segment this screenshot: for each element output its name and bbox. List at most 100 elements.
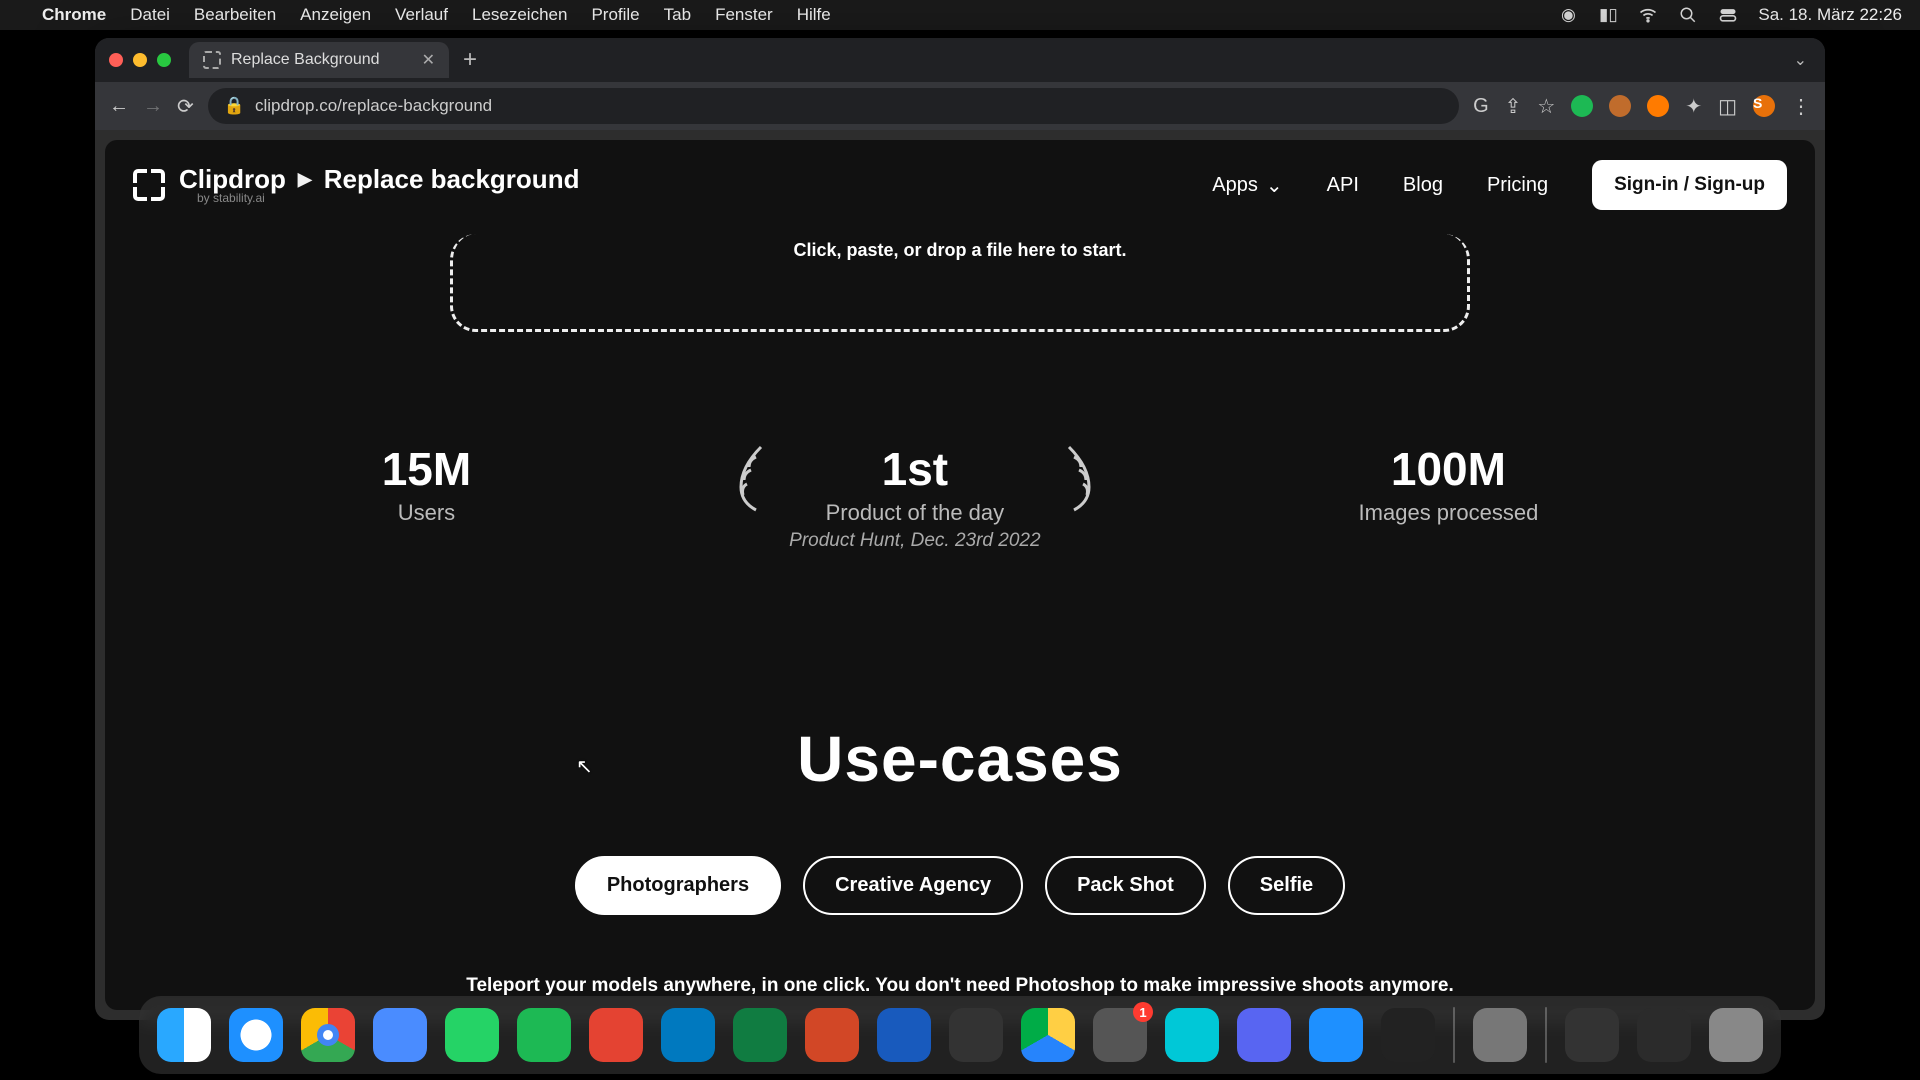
- extension-icon[interactable]: [1571, 95, 1593, 117]
- dropzone-label: Click, paste, or drop a file here to sta…: [793, 240, 1126, 261]
- stat-award: 1st Product of the day Product Hunt, Dec…: [731, 442, 1098, 552]
- menubar-item[interactable]: Lesezeichen: [472, 5, 567, 25]
- dock-safari-icon[interactable]: [229, 1008, 283, 1062]
- nav-blog[interactable]: Blog: [1403, 174, 1443, 197]
- url-text: clipdrop.co/replace-background: [255, 96, 492, 116]
- menubar-item[interactable]: Datei: [130, 5, 170, 25]
- profile-avatar[interactable]: S: [1753, 95, 1775, 117]
- nav-apps-label: Apps: [1212, 174, 1258, 197]
- address-bar[interactable]: 🔒 clipdrop.co/replace-background: [208, 88, 1459, 124]
- dock-quicktime-icon[interactable]: [1309, 1008, 1363, 1062]
- back-button[interactable]: ←: [109, 95, 129, 118]
- forward-button[interactable]: →: [143, 95, 163, 118]
- chrome-tab-strip: Replace Background ✕ + ⌄: [95, 38, 1825, 82]
- stat-value: 1st: [789, 442, 1040, 496]
- dock-folder-icon[interactable]: [1565, 1008, 1619, 1062]
- menubar-item[interactable]: Profile: [591, 5, 639, 25]
- dock-gdrive-icon[interactable]: [1021, 1008, 1075, 1062]
- stat-sublabel: Product Hunt, Dec. 23rd 2022: [789, 530, 1040, 552]
- dock-trello-icon[interactable]: [661, 1008, 715, 1062]
- stats-row: 15M Users 1st Product of the day Product…: [105, 442, 1815, 552]
- dock-separator: [1453, 1007, 1455, 1063]
- breadcrumb[interactable]: Replace background: [324, 166, 580, 192]
- extension-icon[interactable]: [1647, 95, 1669, 117]
- usecase-tab-pack-shot[interactable]: Pack Shot: [1045, 856, 1206, 915]
- stat-value: 100M: [1359, 442, 1539, 496]
- file-dropzone[interactable]: Click, paste, or drop a file here to sta…: [450, 234, 1470, 332]
- usecase-tab-selfie[interactable]: Selfie: [1228, 856, 1345, 915]
- menubar-left: Chrome Datei Bearbeiten Anzeigen Verlauf…: [18, 5, 831, 25]
- search-icon[interactable]: [1678, 5, 1698, 25]
- dock-app-icon[interactable]: [1473, 1008, 1527, 1062]
- dock-discord-icon[interactable]: [1237, 1008, 1291, 1062]
- dock-word-icon[interactable]: [877, 1008, 931, 1062]
- menubar-app-name[interactable]: Chrome: [42, 5, 106, 25]
- battery-icon[interactable]: ▮▯: [1598, 5, 1618, 25]
- menubar-item[interactable]: Verlauf: [395, 5, 448, 25]
- dock-chrome-icon[interactable]: [301, 1008, 355, 1062]
- clipdrop-logo-icon[interactable]: [133, 169, 165, 201]
- sidepanel-icon[interactable]: ◫: [1718, 94, 1737, 119]
- stat-users: 15M Users: [382, 442, 471, 526]
- dock-whatsapp-icon[interactable]: [445, 1008, 499, 1062]
- record-icon[interactable]: ◉: [1558, 5, 1578, 25]
- dock-powerpoint-icon[interactable]: [805, 1008, 859, 1062]
- tab-close-icon[interactable]: ✕: [422, 50, 435, 70]
- dock-app-icon[interactable]: [1165, 1008, 1219, 1062]
- stat-images: 100M Images processed: [1359, 442, 1539, 526]
- browser-tab[interactable]: Replace Background ✕: [189, 42, 449, 78]
- tabs-overflow-icon[interactable]: ⌄: [1794, 50, 1807, 70]
- window-traffic-lights: [109, 53, 171, 67]
- tab-favicon-icon: [203, 51, 221, 69]
- page-content: Clipdrop ▶ Replace background by stabili…: [105, 140, 1815, 1010]
- breadcrumb-arrow-icon: ▶: [298, 170, 312, 188]
- menubar-item[interactable]: Bearbeiten: [194, 5, 276, 25]
- usecase-tab-photographers[interactable]: Photographers: [575, 856, 781, 915]
- dock-settings-icon[interactable]: 1: [1093, 1008, 1147, 1062]
- window-minimize-button[interactable]: [133, 53, 147, 67]
- dock-spotify-icon[interactable]: [517, 1008, 571, 1062]
- google-lens-icon[interactable]: G: [1473, 95, 1489, 118]
- stat-label: Images processed: [1359, 500, 1539, 526]
- nav-apps[interactable]: Apps ⌄: [1212, 173, 1282, 198]
- extension-icon[interactable]: [1609, 95, 1631, 117]
- brand-name[interactable]: Clipdrop: [179, 166, 286, 192]
- new-tab-button[interactable]: +: [463, 46, 477, 74]
- dock-badge: 1: [1133, 1002, 1153, 1022]
- dock-zoom-icon[interactable]: [373, 1008, 427, 1062]
- dock-finder-icon[interactable]: [157, 1008, 211, 1062]
- dock-trash-icon[interactable]: [1709, 1008, 1763, 1062]
- nav-api[interactable]: API: [1327, 174, 1359, 197]
- menubar-item[interactable]: Anzeigen: [300, 5, 371, 25]
- menubar-clock[interactable]: Sa. 18. März 22:26: [1758, 5, 1902, 25]
- chrome-menu-icon[interactable]: ⋮: [1791, 94, 1811, 119]
- laurel-right-icon: [1059, 442, 1099, 512]
- menubar-item[interactable]: Tab: [664, 5, 691, 25]
- usecases-tabs: Photographers Creative Agency Pack Shot …: [105, 856, 1815, 915]
- control-center-icon[interactable]: [1718, 5, 1738, 25]
- window-maximize-button[interactable]: [157, 53, 171, 67]
- bookmark-icon[interactable]: ☆: [1537, 94, 1555, 119]
- usecases-section: Use-cases Photographers Creative Agency …: [105, 722, 1815, 997]
- usecase-tab-creative-agency[interactable]: Creative Agency: [803, 856, 1023, 915]
- brand-block: Clipdrop ▶ Replace background by stabili…: [179, 166, 579, 204]
- reload-button[interactable]: ⟳: [177, 94, 194, 119]
- stat-label: Product of the day: [789, 500, 1040, 526]
- nav-pricing[interactable]: Pricing: [1487, 174, 1548, 197]
- dock-voicememos-icon[interactable]: [1381, 1008, 1435, 1062]
- extensions-icon[interactable]: ✦: [1685, 94, 1702, 119]
- menubar-right: ◉ ▮▯ Sa. 18. März 22:26: [1558, 5, 1902, 25]
- lock-icon: 🔒: [224, 96, 245, 116]
- dock-excel-icon[interactable]: [733, 1008, 787, 1062]
- dock-todoist-icon[interactable]: [589, 1008, 643, 1062]
- menubar-item[interactable]: Fenster: [715, 5, 773, 25]
- site-nav: Apps ⌄ API Blog Pricing Sign-in / Sign-u…: [1212, 160, 1787, 210]
- dock-folder-icon[interactable]: [1637, 1008, 1691, 1062]
- wifi-icon[interactable]: [1638, 5, 1658, 25]
- window-close-button[interactable]: [109, 53, 123, 67]
- chrome-toolbar: ← → ⟳ 🔒 clipdrop.co/replace-background G…: [95, 82, 1825, 130]
- share-icon[interactable]: ⇪: [1505, 94, 1522, 119]
- dock-imovie-icon[interactable]: [949, 1008, 1003, 1062]
- menubar-item[interactable]: Hilfe: [797, 5, 831, 25]
- signin-button[interactable]: Sign-in / Sign-up: [1592, 160, 1787, 210]
